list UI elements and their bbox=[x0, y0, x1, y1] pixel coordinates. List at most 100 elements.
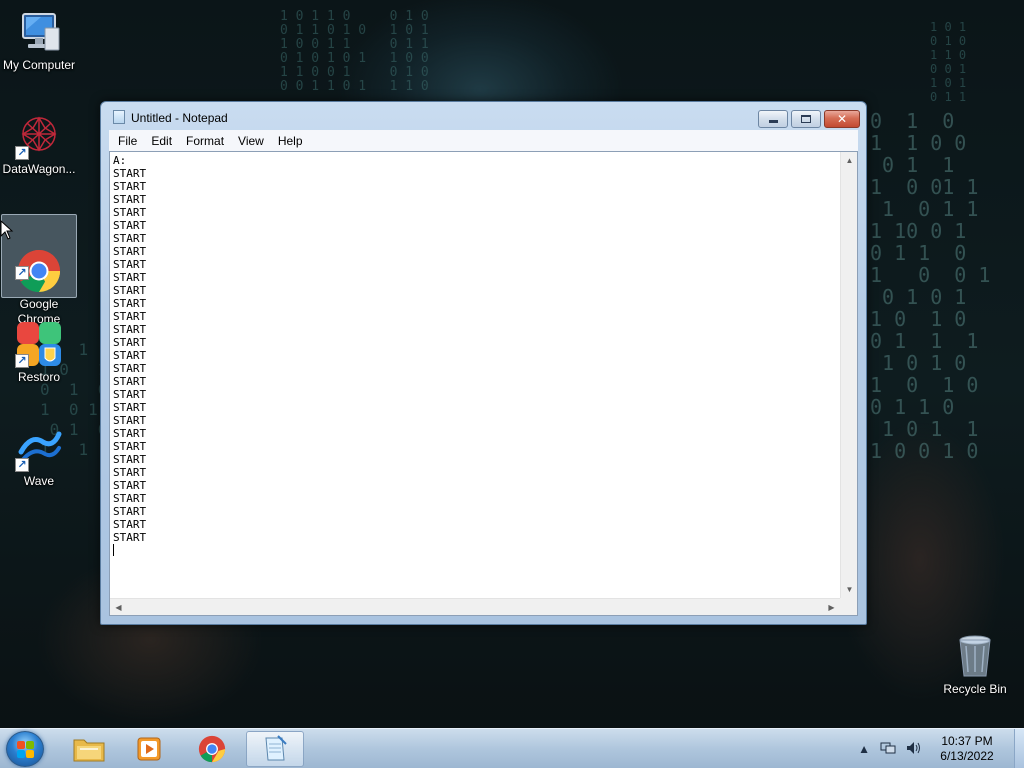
text-line: START bbox=[113, 388, 147, 401]
taskbar-media-player-button[interactable] bbox=[121, 731, 179, 767]
desktop-icon-label: Recycle Bin bbox=[943, 682, 1007, 696]
text-line: START bbox=[113, 310, 147, 323]
text-line: START bbox=[113, 232, 147, 245]
clock-date: 6/13/2022 bbox=[940, 749, 994, 763]
scroll-left-icon[interactable]: ◀ bbox=[110, 599, 127, 616]
media-player-icon bbox=[137, 737, 161, 761]
text-line: START bbox=[113, 414, 147, 427]
text-line: START bbox=[113, 336, 147, 349]
taskbar: ▲ 10:37 PM 6/13/2022 bbox=[0, 728, 1024, 768]
text-line: START bbox=[113, 375, 147, 388]
maximize-button[interactable] bbox=[791, 110, 821, 128]
text-caret bbox=[113, 544, 839, 557]
text-line: START bbox=[113, 453, 147, 466]
computer-icon bbox=[15, 8, 63, 56]
text-line: START bbox=[113, 479, 147, 492]
desktop-icon-label: DataWagon... bbox=[2, 162, 76, 176]
text-line: START bbox=[113, 362, 147, 375]
text-line: START bbox=[113, 505, 147, 518]
restoro-icon: ↗ bbox=[15, 320, 63, 368]
desktop-icon-datawagon[interactable]: ↗ DataWagon... bbox=[1, 112, 77, 177]
show-hidden-icons-icon[interactable]: ▲ bbox=[858, 742, 870, 756]
text-editor[interactable]: A: START START START START START START START STA… bbox=[109, 151, 858, 616]
show-desktop-button[interactable] bbox=[1014, 729, 1024, 768]
desktop-icon-label: Wave bbox=[23, 474, 55, 488]
text-content[interactable]: A: START START START START START START START STA… bbox=[112, 154, 839, 597]
text-line: START bbox=[113, 518, 147, 531]
desktop-icon-restoro[interactable]: ↗ Restoro bbox=[1, 320, 77, 385]
chrome-icon: ↗ bbox=[15, 232, 63, 293]
close-icon: ✕ bbox=[836, 112, 848, 126]
menu-file[interactable]: File bbox=[111, 132, 144, 150]
folder-icon bbox=[73, 739, 105, 762]
window-titlebar[interactable]: Untitled - Notepad ✕ bbox=[101, 102, 866, 130]
text-line: START bbox=[113, 440, 147, 453]
menu-format[interactable]: Format bbox=[179, 132, 231, 150]
desktop-icon-recycle-bin[interactable]: Recycle Bin bbox=[937, 632, 1013, 697]
text-line: START bbox=[113, 323, 147, 336]
notepad-icon bbox=[113, 110, 125, 124]
text-line: START bbox=[113, 466, 147, 479]
shortcut-arrow-icon: ↗ bbox=[15, 146, 29, 160]
text-line: START bbox=[113, 297, 147, 310]
taskbar-clock[interactable]: 10:37 PM 6/13/2022 bbox=[932, 734, 1002, 764]
close-button[interactable]: ✕ bbox=[824, 110, 860, 128]
clock-time: 10:37 PM bbox=[941, 734, 993, 748]
wallpaper-binary-right: 0 1 0 1 1 0 0 0 1 1 1 0 01 1 1 0 1 1 1 1… bbox=[870, 109, 991, 463]
horizontal-scrollbar[interactable]: ◀ ▶ bbox=[110, 598, 840, 615]
maximize-icon bbox=[801, 115, 811, 123]
chrome-icon bbox=[198, 735, 226, 763]
system-tray: ▲ 10:37 PM 6/13/2022 bbox=[858, 729, 1024, 768]
volume-icon[interactable] bbox=[906, 741, 922, 758]
text-line: START bbox=[113, 167, 147, 180]
desktop-icon-label: Restoro bbox=[17, 370, 61, 384]
notepad-icon bbox=[265, 735, 287, 761]
menu-edit[interactable]: Edit bbox=[144, 132, 179, 150]
window-title: Untitled - Notepad bbox=[131, 111, 228, 125]
text-line: START bbox=[113, 492, 147, 505]
menu-bar: File Edit Format View Help bbox=[109, 130, 858, 151]
wallpaper-binary-top: 1 0 1 1 0 0 1 0 0 1 1 0 1 0 1 0 1 1 0 0 … bbox=[280, 9, 429, 94]
text-line: START bbox=[113, 284, 147, 297]
taskbar-chrome-button[interactable] bbox=[183, 731, 241, 767]
text-line: START bbox=[113, 180, 147, 193]
shortcut-arrow-icon: ↗ bbox=[15, 458, 29, 472]
scroll-right-icon[interactable]: ▶ bbox=[823, 599, 840, 616]
text-line: START bbox=[113, 271, 147, 284]
text-line: START bbox=[113, 219, 147, 232]
mouse-cursor-icon bbox=[0, 220, 14, 240]
desktop-icon-wave[interactable]: ↗ Wave bbox=[1, 424, 77, 489]
scroll-up-icon[interactable]: ▲ bbox=[841, 152, 858, 169]
minimize-button[interactable] bbox=[758, 110, 788, 128]
text-line: START bbox=[113, 531, 147, 544]
datawagon-icon: ↗ bbox=[15, 112, 63, 160]
text-line: START bbox=[113, 349, 147, 362]
vertical-scrollbar[interactable]: ▲ ▼ bbox=[840, 152, 857, 598]
shortcut-arrow-icon: ↗ bbox=[15, 354, 29, 368]
text-line: START bbox=[113, 258, 147, 271]
scroll-down-icon[interactable]: ▼ bbox=[841, 581, 858, 598]
text-line: START bbox=[113, 401, 147, 414]
taskbar-notepad-button[interactable] bbox=[246, 731, 304, 767]
desktop-icon-label: My Computer bbox=[2, 58, 76, 72]
start-button[interactable] bbox=[6, 731, 44, 767]
text-line: START bbox=[113, 427, 147, 440]
network-icon[interactable] bbox=[880, 741, 896, 758]
menu-view[interactable]: View bbox=[231, 132, 271, 150]
caret-icon bbox=[113, 544, 114, 556]
text-line: START bbox=[113, 245, 147, 258]
resize-grip-icon[interactable] bbox=[840, 598, 857, 615]
text-line: START bbox=[113, 193, 147, 206]
menu-help[interactable]: Help bbox=[271, 132, 310, 150]
windows-logo-icon bbox=[17, 741, 34, 758]
text-line: A: bbox=[113, 154, 127, 167]
recycle-bin-icon bbox=[951, 632, 999, 680]
shortcut-arrow-icon: ↗ bbox=[15, 266, 29, 280]
taskbar-explorer-button[interactable] bbox=[60, 731, 118, 767]
notepad-window[interactable]: Untitled - Notepad ✕ File Edit Format Vi… bbox=[100, 101, 867, 625]
wave-icon: ↗ bbox=[15, 424, 63, 472]
minimize-icon bbox=[768, 120, 778, 123]
desktop-icon-my-computer[interactable]: My Computer bbox=[1, 8, 77, 73]
wallpaper-binary-far-right: 1 0 1 0 1 0 1 1 0 0 0 1 1 0 1 0 1 1 bbox=[930, 20, 967, 104]
text-line: START bbox=[113, 206, 147, 219]
